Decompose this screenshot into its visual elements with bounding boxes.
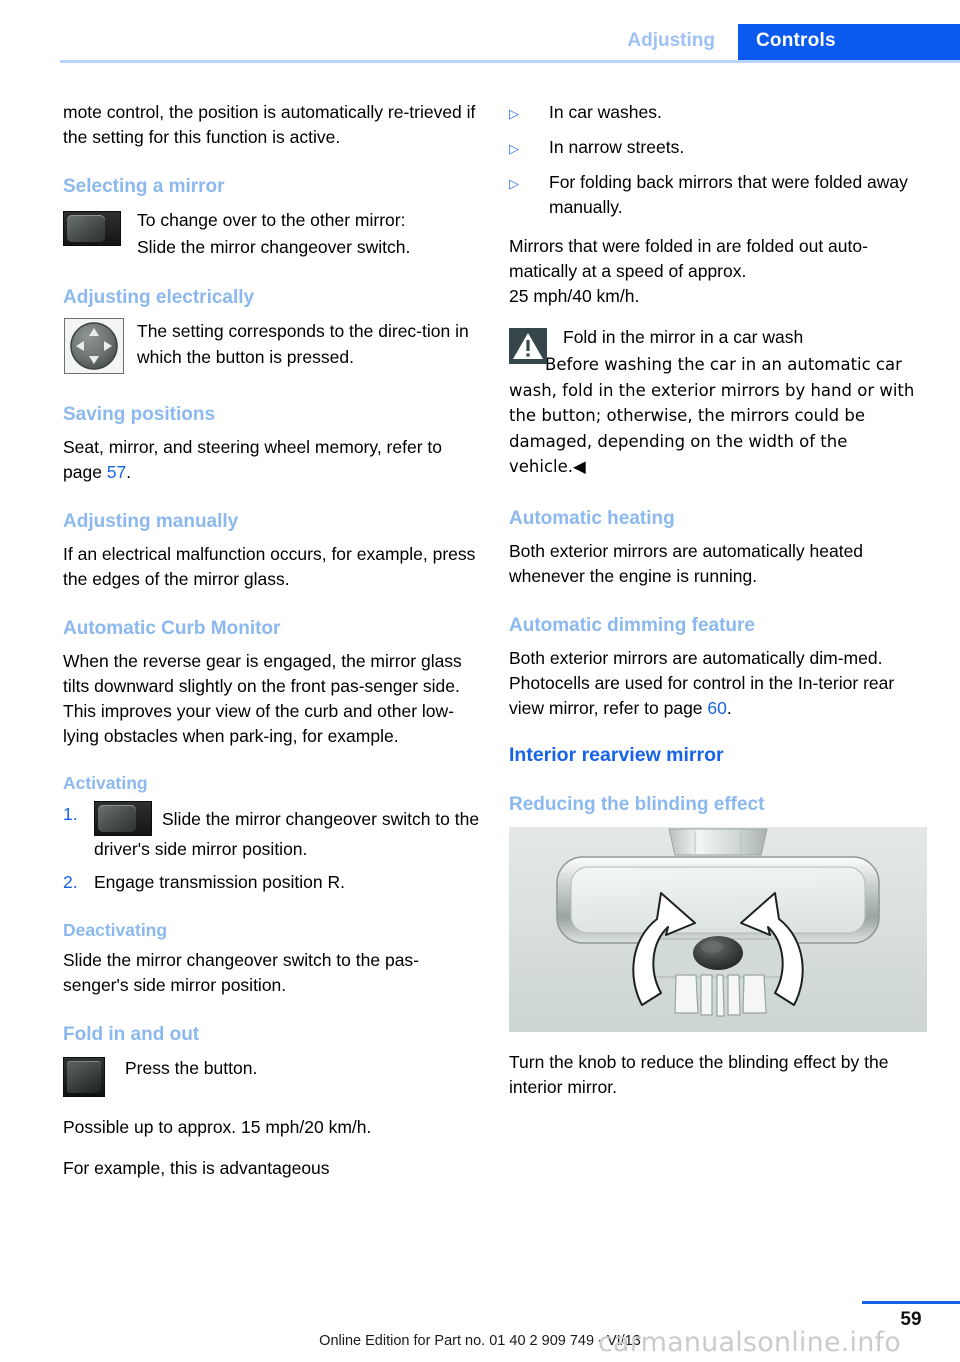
interior-rearview-mirror-illustration [509, 826, 927, 1032]
heading-automatic-heating: Automatic heating [509, 507, 675, 529]
folded-out-speed-paragraph: Mirrors that were folded in are folded o… [509, 236, 868, 306]
fold-paragraph-1: Possible up to approx. 15 mph/20 km/h. [63, 1117, 372, 1137]
heading-automatic-curb-monitor: Automatic Curb Monitor [63, 618, 281, 639]
deactivating-paragraph: Slide the mirror changeover switch to th… [63, 950, 419, 995]
warning-triangle-icon [509, 328, 547, 364]
heading-interior-rearview-mirror: Interior rearview mirror [509, 743, 724, 766]
bullet-text-2: In narrow streets. [549, 137, 685, 157]
automatic-dimming-paragraph: Both exterior mirrors are automatically … [509, 646, 927, 721]
warning-title: Fold in the mirror in a car wash [563, 327, 804, 347]
list-item: 1. Slide the mirror changeover switch to… [63, 801, 481, 863]
adjusting-manually-paragraph: If an electrical malfunction occurs, for… [63, 544, 476, 589]
fold-in-out-icon-block: Press the button. [63, 1055, 481, 1101]
bullet-text-3: For folding back mirrors that were folde… [549, 172, 908, 217]
mirror-illustration-svg [509, 826, 927, 1032]
step-number-1: 1. [63, 804, 78, 824]
selecting-mirror-icon-block: To change over to the other mirror: Slid… [63, 207, 481, 261]
list-item: ▷ In car washes. [509, 100, 927, 125]
step-text-2: Engage transmission position R. [94, 872, 345, 892]
heading-deactivating: Deactivating [63, 920, 168, 940]
right-column: ▷ In car washes. ▷ In narrow streets. ▷ … [509, 100, 927, 1100]
heading-activating: Activating [63, 773, 148, 793]
adjusting-electrically-text: The setting corresponds to the direc-tio… [137, 321, 469, 367]
footer-rule [862, 1301, 960, 1304]
dimming-text-after: . [726, 697, 732, 718]
page-reference-link-57[interactable]: 57 [107, 462, 126, 482]
heading-saving-positions: Saving positions [63, 404, 216, 425]
triangle-bullet-icon: ▷ [509, 141, 519, 156]
activating-steps-list: 1. Slide the mirror changeover switch to… [63, 801, 481, 896]
list-item: ▷ For folding back mirrors that were fol… [509, 170, 927, 220]
page-header: Adjusting Controls [0, 0, 960, 63]
fold-paragraph-2: For example, this is advantageous [63, 1158, 330, 1178]
mirror-changeover-switch-icon [94, 801, 152, 836]
figure-caption: Turn the knob to reduce the blinding eff… [509, 1051, 889, 1097]
heading-fold-in-and-out: Fold in and out [63, 1024, 200, 1045]
header-section-label: Adjusting [627, 30, 715, 51]
left-column: mote control, the position is automatica… [63, 100, 481, 1197]
list-item: 2. Engage transmission position R. [63, 869, 481, 896]
warning-body: Before washing the car in an automatic c… [509, 352, 927, 480]
warning-triangle-svg [513, 333, 543, 359]
heading-adjusting-electrically: Adjusting electrically [63, 287, 255, 308]
watermark: carmanualsonline.info [598, 1327, 901, 1358]
header-rule [60, 60, 960, 63]
mirror-changeover-switch-icon [63, 211, 121, 246]
triangle-bullet-icon: ▷ [509, 106, 519, 121]
heading-selecting-a-mirror: Selecting a mirror [63, 176, 225, 197]
heading-adjusting-manually: Adjusting manually [63, 511, 239, 532]
automatic-curb-monitor-paragraph: When the reverse gear is engaged, the mi… [63, 651, 462, 746]
dimming-text-before: Both exterior mirrors are automatically … [509, 647, 895, 718]
directional-pad-icon [64, 318, 124, 374]
fold-usage-bullet-list: ▷ In car washes. ▷ In narrow streets. ▷ … [509, 100, 927, 220]
adjusting-electrically-icon-block: The setting corresponds to the direc-tio… [63, 318, 481, 378]
warning-notice: Fold in the mirror in a car wash Before … [509, 325, 927, 480]
fold-in-out-icon-text: Press the button. [125, 1058, 258, 1078]
intro-paragraph: mote control, the position is automatica… [63, 102, 476, 147]
heading-reducing-blinding-effect: Reducing the blinding effect [509, 793, 765, 815]
automatic-heating-paragraph: Both exterior mirrors are automatically … [509, 540, 864, 586]
saving-positions-text-after: . [126, 462, 132, 482]
header-chapter-tab: Controls [738, 24, 960, 60]
page-reference-link-60[interactable]: 60 [707, 698, 726, 718]
bullet-text-1: In car washes. [549, 102, 662, 122]
triangle-bullet-icon: ▷ [509, 176, 519, 191]
selecting-mirror-line2: Slide the mirror changeover switch. [137, 237, 411, 257]
saving-positions-paragraph: Seat, mirror, and steering wheel memory,… [63, 435, 481, 485]
directional-pad-svg [70, 322, 118, 370]
header-chapter-label: Controls [756, 30, 836, 51]
selecting-mirror-line1: To change over to the other mirror: [137, 210, 406, 230]
press-button-icon [63, 1057, 105, 1097]
list-item: ▷ In narrow streets. [509, 135, 927, 160]
step-number-2: 2. [63, 872, 78, 892]
warning-body-text: Before washing the car in an automatic c… [509, 355, 915, 476]
heading-automatic-dimming: Automatic dimming feature [509, 614, 755, 636]
